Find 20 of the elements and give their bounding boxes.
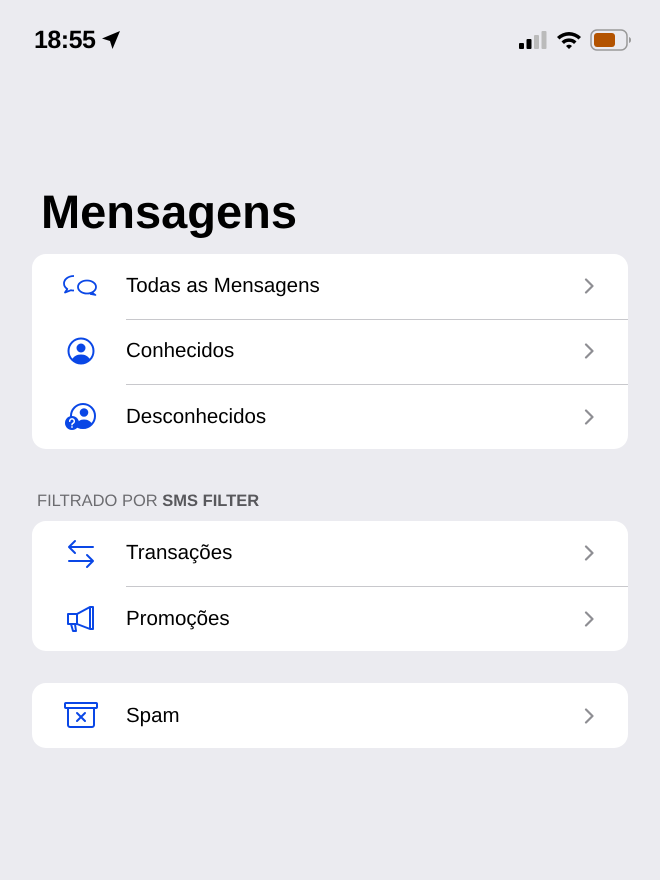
trash-box-icon: [61, 700, 101, 730]
chevron-icon: [584, 545, 594, 561]
list-item[interactable]: Promoções: [32, 586, 628, 651]
list-item[interactable]: Conhecidos: [32, 319, 628, 384]
location-arrow-icon: [101, 30, 122, 50]
chevron-icon: [584, 408, 594, 424]
list-item[interactable]: Spam: [32, 683, 628, 748]
page-title: Mensagens: [41, 184, 298, 240]
chevron-icon: [584, 343, 594, 359]
list-item[interactable]: Todas as Mensagens: [32, 254, 628, 319]
chevron-icon: [584, 708, 594, 724]
wifi-icon: [556, 30, 582, 50]
section-header: FILTRADO POR SMS FILTER: [37, 492, 260, 511]
signal-icon: [518, 30, 548, 50]
list-item[interactable]: Transações: [32, 521, 628, 586]
list-item[interactable]: Desconhecidos: [32, 384, 628, 449]
status-time: 18:55: [34, 26, 96, 54]
chevron-icon: [584, 610, 594, 626]
chevron-icon: [584, 278, 594, 294]
battery-icon: [590, 29, 632, 51]
